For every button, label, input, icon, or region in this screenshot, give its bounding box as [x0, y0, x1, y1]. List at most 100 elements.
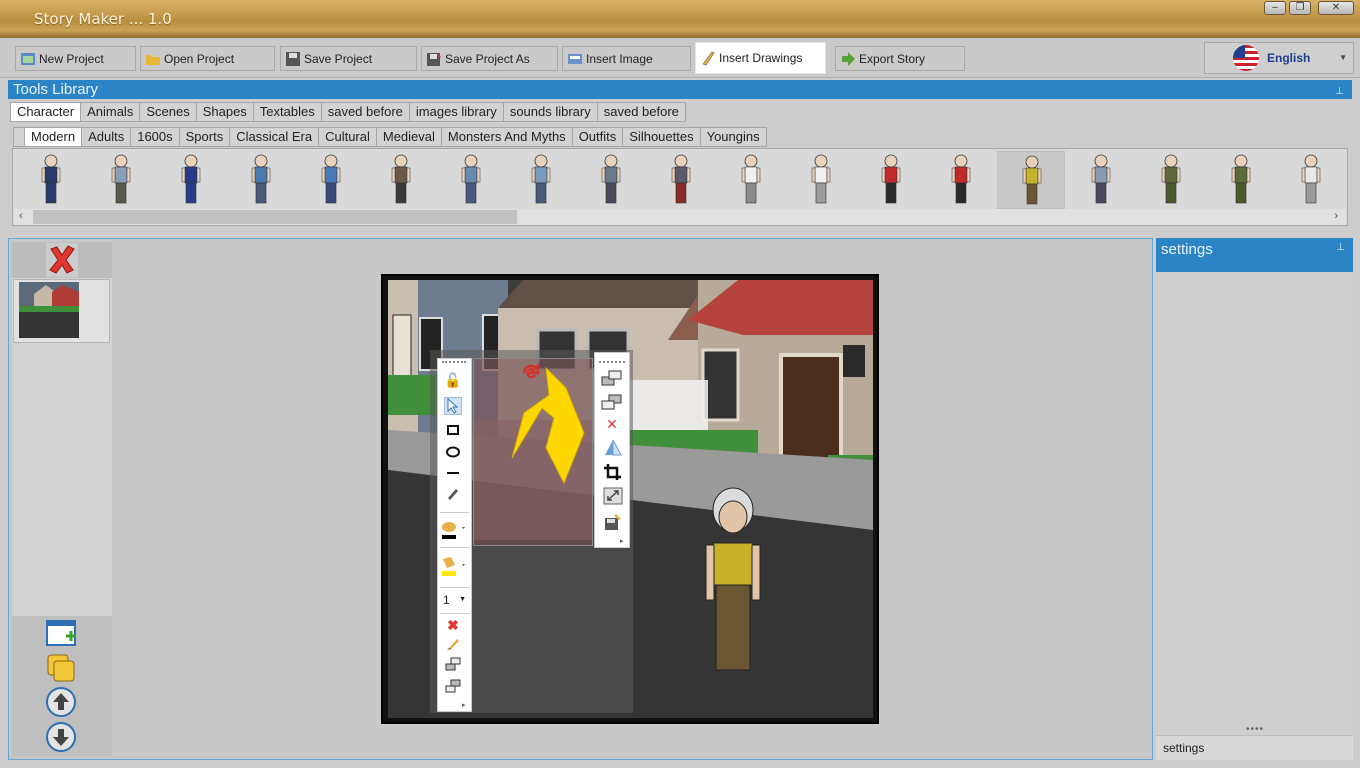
- insert-image-button[interactable]: Insert Image: [562, 46, 691, 71]
- maximize-button[interactable]: ❐: [1289, 1, 1311, 15]
- tab-shapes[interactable]: Shapes: [196, 102, 254, 122]
- rectangle-tool[interactable]: [444, 423, 462, 441]
- back-layers-icon: [601, 394, 622, 410]
- remove-shape-icon[interactable]: ✕: [603, 415, 621, 433]
- lock-icon[interactable]: 🔓: [444, 371, 462, 389]
- layers-down-icon: [445, 679, 461, 693]
- stroke-color-picker[interactable]: [440, 519, 468, 539]
- subtab-silhouettes[interactable]: Silhouettes: [623, 127, 701, 147]
- fill-bucket-icon: [442, 557, 465, 576]
- subtab-outfits[interactable]: Outfits: [572, 127, 624, 147]
- character-thumbnail[interactable]: [367, 151, 435, 209]
- toolbar-overflow-icon[interactable]: ▸: [462, 701, 466, 709]
- language-select[interactable]: English ▼: [1204, 42, 1354, 74]
- save-project-button[interactable]: Save Project: [280, 46, 417, 71]
- flip-icon[interactable]: [602, 439, 624, 457]
- character-thumbnail[interactable]: [1277, 151, 1345, 209]
- arrow-up-icon: [46, 687, 76, 717]
- character-thumbnail[interactable]: [437, 151, 505, 209]
- tab-sounds-library[interactable]: sounds library: [503, 102, 598, 122]
- close-button[interactable]: ✕: [1318, 1, 1354, 15]
- character-thumbnail[interactable]: [87, 151, 155, 209]
- fill-color-picker[interactable]: [440, 555, 468, 576]
- character-thumbnail[interactable]: [787, 151, 855, 209]
- character-thumbnail[interactable]: [857, 151, 925, 209]
- pen-tool[interactable]: [444, 486, 462, 504]
- character-figure-icon: [251, 154, 271, 204]
- open-project-button[interactable]: Open Project: [140, 46, 275, 71]
- character-thumbnail[interactable]: [297, 151, 365, 209]
- toolbar-grip[interactable]: [442, 361, 466, 363]
- scroll-right-icon[interactable]: ›: [1334, 210, 1338, 222]
- pointer-tool[interactable]: [444, 397, 462, 415]
- resize-icon[interactable]: [602, 487, 624, 505]
- save-project-as-button[interactable]: Save Project As: [421, 46, 558, 71]
- character-thumbnail[interactable]: [1067, 151, 1135, 209]
- toolbar-grip-2[interactable]: [599, 361, 625, 363]
- settings-pin-icon[interactable]: ⊥: [1336, 242, 1345, 253]
- rotate-handle-icon[interactable]: [520, 362, 542, 384]
- character-thumbnail[interactable]: [507, 151, 575, 209]
- scroll-left-icon[interactable]: ‹: [19, 210, 23, 222]
- pin-icon[interactable]: ⊥: [1335, 82, 1344, 101]
- layers-up-icon: [445, 657, 461, 671]
- character-thumbnail[interactable]: [17, 151, 85, 209]
- character-thumbnail[interactable]: [997, 151, 1065, 209]
- scene-thumbnail[interactable]: [13, 279, 110, 343]
- character-thumbnail[interactable]: [157, 151, 225, 209]
- subtab-classical-era[interactable]: Classical Era: [230, 127, 320, 147]
- character-thumbnail[interactable]: [577, 151, 645, 209]
- bring-forward-icon[interactable]: [444, 657, 462, 675]
- delete-scene-button[interactable]: [46, 243, 78, 277]
- delete-drawing-icon[interactable]: ✖: [444, 616, 462, 634]
- subtab-medieval[interactable]: Medieval: [376, 127, 442, 147]
- horizontal-scrollbar[interactable]: ‹ ›: [14, 209, 1346, 225]
- pen-icon: [448, 489, 458, 500]
- character-thumbnail[interactable]: [1207, 151, 1275, 209]
- subtab-modern[interactable]: Modern: [25, 127, 83, 147]
- new-project-button[interactable]: New Project: [15, 46, 136, 71]
- add-scene-button[interactable]: [44, 618, 79, 651]
- eraser-brush-icon[interactable]: [444, 637, 462, 655]
- subtab-monsters-and-myths[interactable]: Monsters And Myths: [441, 127, 573, 147]
- export-story-button[interactable]: Export Story: [835, 46, 965, 71]
- character-thumbnail[interactable]: [1137, 151, 1205, 209]
- tab-animals[interactable]: Animals: [81, 102, 141, 122]
- character-thumbnail[interactable]: [647, 151, 715, 209]
- tab-images-library[interactable]: images library: [409, 102, 504, 122]
- tab-character[interactable]: Character: [10, 102, 82, 122]
- move-down-button[interactable]: [44, 721, 79, 754]
- send-backward-icon[interactable]: [444, 679, 462, 697]
- settings-footer: settings: [1156, 735, 1353, 760]
- character-figure[interactable]: [698, 485, 768, 675]
- crop-icon[interactable]: [602, 463, 624, 481]
- character-thumbnail[interactable]: [717, 151, 785, 209]
- line-tool[interactable]: [444, 466, 462, 484]
- character-thumbnail[interactable]: [927, 151, 995, 209]
- title-bar: Story Maker ... 1.0 – ❐ ✕: [0, 0, 1360, 38]
- subtab-youngins[interactable]: Youngins: [700, 127, 767, 147]
- tab-textables[interactable]: Textables: [253, 102, 322, 122]
- insert-drawings-button[interactable]: Insert Drawings: [695, 42, 826, 74]
- tab-scenes[interactable]: Scenes: [140, 102, 197, 122]
- subtab-adults[interactable]: Adults: [82, 127, 132, 147]
- move-up-button[interactable]: [44, 686, 79, 719]
- line-width-select[interactable]: 1 ▼: [440, 591, 468, 609]
- save-drawing-icon[interactable]: [602, 513, 624, 531]
- toolbar-overflow-icon-2[interactable]: ▸: [620, 537, 624, 545]
- tab-saved-before[interactable]: saved before: [321, 102, 410, 122]
- ellipse-tool[interactable]: [444, 445, 462, 463]
- language-label: English: [1267, 51, 1311, 65]
- splitter-grip[interactable]: ••••: [1246, 724, 1264, 735]
- scroll-thumb[interactable]: [33, 210, 517, 224]
- subtab-1600s[interactable]: 1600s: [131, 127, 180, 147]
- duplicate-scene-button[interactable]: [44, 652, 79, 685]
- character-thumbnail[interactable]: [227, 151, 295, 209]
- subtab-cultural[interactable]: Cultural: [319, 127, 377, 147]
- bring-to-front-icon[interactable]: [601, 369, 623, 387]
- yellow-drawing-shape[interactable]: [506, 360, 591, 485]
- minimize-button[interactable]: –: [1264, 1, 1286, 15]
- subtab-sports[interactable]: Sports: [179, 127, 231, 147]
- send-to-back-icon[interactable]: [601, 393, 623, 411]
- tab-saved-before-2[interactable]: saved before: [597, 102, 686, 122]
